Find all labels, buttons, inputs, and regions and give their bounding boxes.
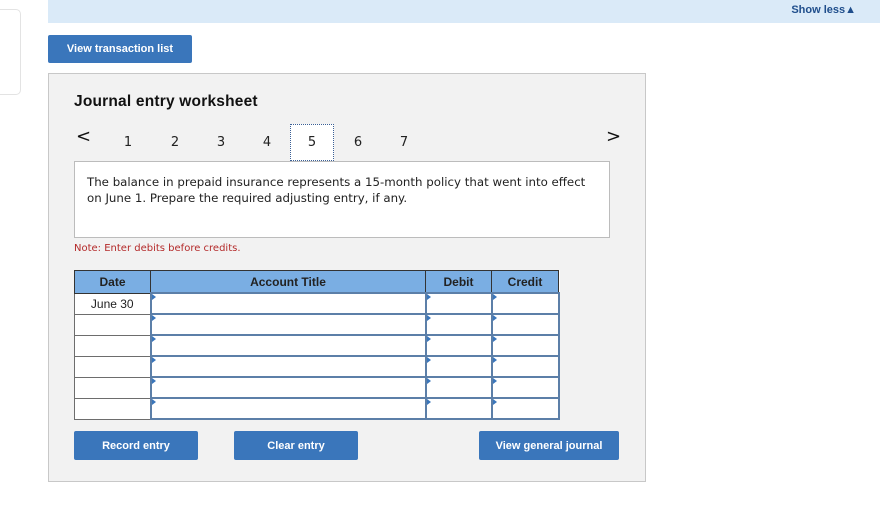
date-cell — [74, 397, 151, 420]
table-row — [74, 376, 560, 399]
account-title-input[interactable] — [149, 334, 427, 357]
credit-input[interactable] — [490, 355, 560, 378]
question-box: The balance in prepaid insurance represe… — [74, 161, 610, 238]
journal-entry-worksheet: Journal entry worksheet < 1 2 3 4 5 6 7 … — [48, 73, 646, 482]
dropdown-marker-icon — [492, 399, 497, 405]
tab-1[interactable]: 1 — [106, 124, 150, 160]
debit-input[interactable] — [424, 355, 493, 378]
note-text: Note: Enter debits before credits. — [74, 243, 241, 254]
date-cell: June 30 — [74, 292, 151, 315]
dropdown-marker-icon — [151, 336, 156, 342]
header-credit: Credit — [491, 270, 559, 294]
dropdown-marker-icon — [492, 294, 497, 300]
top-info-bar: Show less▲ — [48, 0, 880, 23]
header-debit: Debit — [425, 270, 492, 294]
worksheet-title: Journal entry worksheet — [74, 93, 258, 110]
table-row: June 30 — [74, 292, 560, 315]
table-row — [74, 397, 560, 420]
credit-input[interactable] — [490, 376, 560, 399]
side-card — [0, 9, 21, 95]
view-general-journal-button[interactable]: View general journal — [479, 431, 619, 460]
clear-entry-button[interactable]: Clear entry — [234, 431, 358, 460]
dropdown-marker-icon — [151, 315, 156, 321]
triangle-up-icon: ▲ — [845, 4, 856, 16]
dropdown-marker-icon — [492, 357, 497, 363]
chevron-left-icon[interactable]: < — [76, 126, 91, 147]
view-transaction-list-button[interactable]: View transaction list — [48, 35, 192, 63]
dropdown-marker-icon — [492, 315, 497, 321]
account-title-input[interactable] — [149, 313, 427, 336]
dropdown-marker-icon — [151, 378, 156, 384]
account-title-input[interactable] — [149, 292, 427, 315]
tab-5[interactable]: 5 — [290, 124, 334, 161]
credit-input[interactable] — [490, 397, 560, 420]
credit-input[interactable] — [490, 334, 560, 357]
account-title-input[interactable] — [149, 376, 427, 399]
dropdown-marker-icon — [151, 357, 156, 363]
debit-input[interactable] — [424, 397, 493, 420]
show-less-toggle[interactable]: Show less▲ — [791, 4, 856, 16]
chevron-right-icon[interactable]: > — [606, 126, 621, 147]
table-header-row: Date Account Title Debit Credit — [74, 270, 559, 294]
tab-3[interactable]: 3 — [199, 124, 243, 160]
dropdown-marker-icon — [426, 294, 431, 300]
show-less-label: Show less — [791, 4, 846, 16]
dropdown-marker-icon — [492, 336, 497, 342]
header-date: Date — [74, 270, 151, 294]
table-row — [74, 313, 560, 336]
debit-input[interactable] — [424, 376, 493, 399]
date-cell — [74, 376, 151, 399]
record-entry-button[interactable]: Record entry — [74, 431, 198, 460]
tab-7[interactable]: 7 — [382, 124, 426, 160]
account-title-input[interactable] — [149, 397, 427, 420]
tab-4[interactable]: 4 — [245, 124, 289, 160]
table-row — [74, 355, 560, 378]
dropdown-marker-icon — [151, 294, 156, 300]
header-account-title: Account Title — [150, 270, 426, 294]
table-row — [74, 334, 560, 357]
debit-input[interactable] — [424, 292, 493, 315]
journal-entry-table: Date Account Title Debit Credit June 30 — [74, 270, 560, 420]
debit-input[interactable] — [424, 313, 493, 336]
tab-2[interactable]: 2 — [153, 124, 197, 160]
dropdown-marker-icon — [426, 336, 431, 342]
date-cell — [74, 313, 151, 336]
question-text: The balance in prepaid insurance represe… — [87, 175, 586, 205]
dropdown-marker-icon — [426, 357, 431, 363]
dropdown-marker-icon — [151, 399, 156, 405]
dropdown-marker-icon — [426, 399, 431, 405]
credit-input[interactable] — [490, 292, 560, 315]
account-title-input[interactable] — [149, 355, 427, 378]
debit-input[interactable] — [424, 334, 493, 357]
date-cell — [74, 355, 151, 378]
credit-input[interactable] — [490, 313, 560, 336]
dropdown-marker-icon — [492, 378, 497, 384]
date-cell — [74, 334, 151, 357]
tab-6[interactable]: 6 — [336, 124, 380, 160]
dropdown-marker-icon — [426, 315, 431, 321]
dropdown-marker-icon — [426, 378, 431, 384]
